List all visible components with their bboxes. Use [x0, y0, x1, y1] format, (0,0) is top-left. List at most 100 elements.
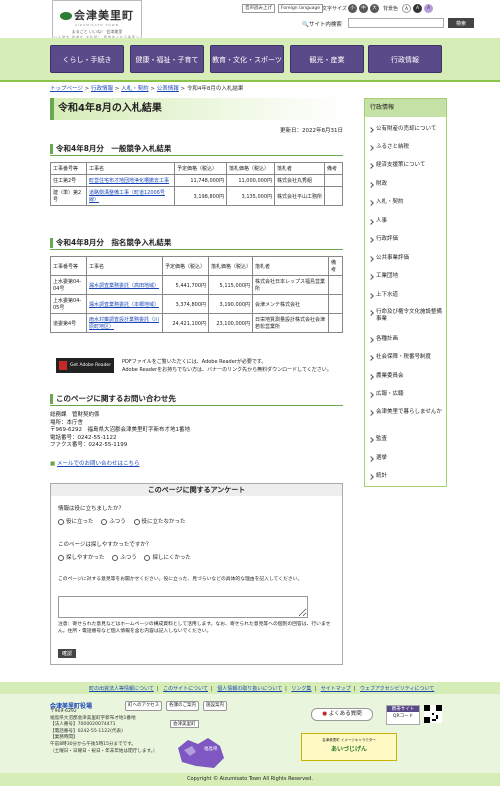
sidebar-item[interactable]: 公共事業評価 [365, 255, 446, 262]
contact-line: 〒969-6292 福島県大沼郡会津美里町字新布才地1番地 [50, 427, 190, 433]
survey-q1: 情報は役に立ちましたか？ [58, 506, 125, 512]
search-button[interactable]: 検索 [448, 18, 474, 28]
sidebar-item[interactable]: 社会保障・税番号制度 [365, 354, 446, 361]
sidebar-item[interactable]: 農業委員会 [365, 373, 446, 380]
breadcrumb-bidding[interactable]: 入札・契約 [121, 86, 149, 92]
nominated-bid-heading: 令和4年8月分 指名競争入札結果 [50, 236, 343, 250]
q1-option-normal[interactable]: ふつう [101, 518, 126, 525]
breadcrumb-publications[interactable]: 公表情報 [157, 86, 179, 92]
search-icon: 🔍 [302, 22, 309, 28]
contact-line: 総務課 管財契約係 [50, 412, 100, 418]
mascot-banner[interactable]: 会津美里町 イメージキャラクター あいづじげん [301, 733, 397, 761]
read-aloud-button[interactable]: 音声読み上げ [242, 4, 275, 13]
text-size-small-button[interactable]: 小 [348, 4, 357, 13]
footer-link-accessibility[interactable]: ウェブアクセシビリティについて [360, 686, 434, 692]
table-row: 上水委第04-04号 漏水調査業務委託（高田地域） 5,441,700円 5,1… [50, 275, 343, 295]
reader-line2: Adobe Readerをお持ちでない方は、バナーのリンク先から無料ダウンロード… [122, 367, 332, 373]
work-name-link[interactable]: 町営住宅布才地団地浄化槽撤去工事 [89, 178, 169, 184]
sidebar-item[interactable]: 各種計画 [365, 336, 446, 343]
table-row: 道委第4号 雨水対策調査設計業務委託（川原町地区） 24,421,100円 23… [50, 313, 343, 333]
cell-winner: 株式会社平山工務所 [274, 186, 325, 206]
nav-living[interactable]: くらし・手続き [50, 45, 124, 73]
foreign-language-button[interactable]: Foreign language [278, 4, 324, 13]
contact-heading: このページに関するお問い合わせ先 [50, 392, 343, 406]
q2-option-easy[interactable]: 探しやすかった [58, 554, 104, 561]
site-logo[interactable]: 会津美里町 AIZUMISATO TOWN まるごと いいね！ 会津美里 ～人財… [52, 0, 142, 40]
nav-health-welfare[interactable]: 健康・福祉・子育て [130, 45, 204, 73]
footer-link-privacy[interactable]: 個人情報の取り扱いについて [217, 686, 282, 692]
adobe-reader-badge[interactable]: Get Adobe Reader [56, 358, 114, 373]
search-label: 🔍サイト内検索 [302, 22, 342, 28]
q2-option-normal[interactable]: ふつう [112, 554, 137, 561]
radio-icon [101, 518, 108, 525]
footer-link-links[interactable]: リンク集 [291, 686, 311, 692]
sidebar-item[interactable]: 入札・契約 [365, 199, 446, 206]
sidebar-item[interactable]: 財政 [365, 181, 446, 188]
radio-icon [58, 518, 64, 525]
breadcrumb-administration[interactable]: 行政情報 [91, 86, 113, 92]
cell-note [328, 294, 343, 314]
footer-link-sitemap[interactable]: サイトマップ [321, 686, 351, 692]
cell-planned: 3,374,800円 [162, 294, 209, 314]
column-header: 工事名 [86, 256, 163, 276]
sidebar-item[interactable]: 公有財産の売却について [365, 126, 446, 133]
survey-comment-field[interactable] [58, 596, 308, 618]
sidebar-item[interactable]: 会津美里で暮らしませんか [365, 409, 446, 416]
cell-winning: 3,135,000円 [226, 186, 275, 206]
cell-winning: 11,000,000円 [226, 174, 275, 187]
sidebar-item[interactable]: 行政評価 [365, 236, 446, 243]
access-button[interactable]: 町へのアクセス [125, 701, 163, 711]
breadcrumb-top[interactable]: トップページ [50, 86, 83, 92]
column-header: 備考 [328, 256, 343, 276]
mail-contact-link[interactable]: メールでのお問い合わせはこちら [57, 461, 140, 467]
sidebar-item[interactable]: 選挙 [365, 455, 446, 462]
sidebar-item[interactable]: 監査 [365, 436, 446, 443]
footer-links: 町の出資法人等情報について | このサイトについて | 個人情報の取り扱いについて |… [89, 686, 435, 692]
breadcrumb-sep: > [114, 86, 120, 92]
footer-link-corporations[interactable]: 町の出資法人等情報について [89, 686, 154, 692]
work-name-link[interactable]: 漏水調査業務委託（本郷地域） [89, 302, 159, 308]
nav-tourism-industry[interactable]: 観光・産業 [290, 45, 364, 73]
sidebar-item[interactable]: 行命及び権令文化施設整備事業 [365, 309, 446, 323]
survey-title: このページに関するアンケート [51, 484, 342, 496]
breadcrumb-sep: > [84, 86, 90, 92]
nav-education-culture[interactable]: 教育・文化・スポーツ [210, 45, 284, 73]
work-name-link[interactable]: 漏水調査業務委託（高田地域） [89, 283, 159, 289]
reader-line1: PDFファイルをご覧いただくには、Adobe Readerが必要です。 [122, 359, 267, 365]
bg-color-black-button[interactable]: A [413, 4, 422, 13]
faq-button[interactable]: ● よくある質問 [311, 708, 373, 721]
survey-confirm-button[interactable]: 確認 [58, 649, 76, 658]
survey-note: 注意：寄せられた意見などはホームページの構成資料として活用します。なお、寄せられ… [58, 622, 331, 634]
sidebar-item[interactable]: 人事 [365, 218, 446, 225]
bg-color-blue-button[interactable]: A [424, 4, 433, 13]
work-name-link[interactable]: 雨水対策調査設計業務委託（川原町地区） [89, 317, 159, 330]
footer-link-about[interactable]: このサイトについて [163, 686, 208, 692]
sidebar-item[interactable]: 広報・広聴 [365, 391, 446, 398]
sidebar-item[interactable]: 工業団地 [365, 273, 446, 280]
cell-winner: 会津メンテ株式会社 [252, 294, 329, 314]
search-input[interactable] [348, 18, 444, 28]
sidebar-item[interactable]: 経済支援策について [365, 162, 446, 169]
cell-planned: 3,198,800円 [174, 186, 227, 206]
nav-administration[interactable]: 行政情報 [368, 45, 442, 73]
sidebar-item[interactable]: 統計 [365, 473, 446, 480]
mobile-site[interactable]: 携帯サイト QRコード [386, 705, 420, 725]
work-name-link[interactable]: 道路側溝整備工事（町道12006号線） [89, 190, 165, 203]
q1-option-not-useful[interactable]: 役に立たなかった [133, 518, 186, 525]
q1-option-useful[interactable]: 役に立った [58, 518, 94, 525]
column-header: 予定価格（税込） [162, 256, 209, 276]
utility-bar: 音声読み上げ Foreign language 文字サイズ 小 中 大 背景色 … [242, 4, 492, 14]
text-size-medium-button[interactable]: 中 [359, 4, 368, 13]
nav-divider [0, 80, 500, 82]
office-guide-button[interactable]: 各課のご案内 [166, 701, 199, 711]
sidebar-item[interactable]: ふるさと納税 [365, 144, 446, 151]
reader-text: PDFファイルをご覧いただくには、Adobe Readerが必要です。 Adob… [122, 358, 332, 374]
column-header: 予定価格（税込） [174, 162, 227, 175]
column-header: 落札価格（税込） [226, 162, 275, 175]
global-nav: くらし・手続き 健康・福祉・子育て 教育・文化・スポーツ 観光・産業 行政情報 [50, 45, 442, 73]
facilities-button[interactable]: 施設案内 [203, 701, 227, 711]
q2-option-hard[interactable]: 探しにくかった [144, 554, 191, 561]
bg-color-white-button[interactable]: A [402, 4, 411, 13]
sidebar-item[interactable]: 上下水道 [365, 292, 446, 299]
text-size-large-button[interactable]: 大 [370, 4, 379, 13]
